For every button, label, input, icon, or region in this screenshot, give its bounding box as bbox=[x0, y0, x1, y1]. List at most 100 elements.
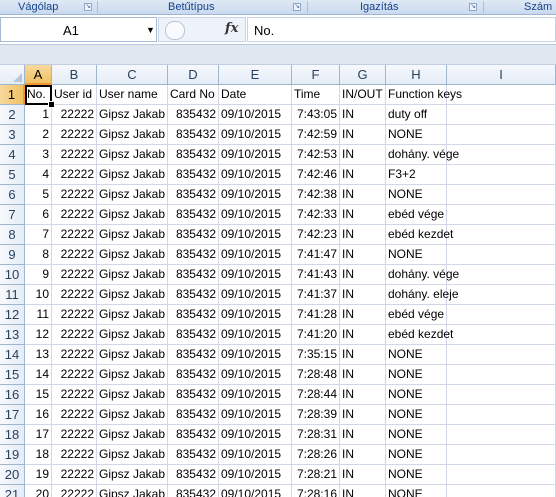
chevron-down-icon[interactable]: ▼ bbox=[146, 25, 155, 35]
cell-e7[interactable]: 09/10/2015 bbox=[219, 205, 292, 225]
cell-g11[interactable]: IN bbox=[340, 285, 386, 305]
cell-i9[interactable] bbox=[447, 245, 556, 265]
cell-e15[interactable]: 09/10/2015 bbox=[219, 365, 292, 385]
cell-a18[interactable]: 17 bbox=[25, 425, 52, 445]
cell-c9[interactable]: Gipsz Jakab bbox=[97, 245, 168, 265]
row-header-18[interactable]: 18 bbox=[0, 425, 25, 445]
cell-b10[interactable]: 22222 bbox=[52, 265, 97, 285]
cell-g7[interactable]: IN bbox=[340, 205, 386, 225]
cell-d18[interactable]: 835432 bbox=[168, 425, 219, 445]
cell-c17[interactable]: Gipsz Jakab bbox=[97, 405, 168, 425]
cell-f14[interactable]: 7:35:15 bbox=[292, 345, 340, 365]
cell-e13[interactable]: 09/10/2015 bbox=[219, 325, 292, 345]
row-header-8[interactable]: 8 bbox=[0, 225, 25, 245]
cell-c8[interactable]: Gipsz Jakab bbox=[97, 225, 168, 245]
cell-e2[interactable]: 09/10/2015 bbox=[219, 105, 292, 125]
cell-i15[interactable] bbox=[447, 365, 556, 385]
column-header-a[interactable]: A bbox=[25, 65, 52, 85]
cell-i21[interactable] bbox=[447, 485, 556, 497]
cell-h12[interactable]: ebéd vége bbox=[386, 305, 447, 325]
cell-f19[interactable]: 7:28:26 bbox=[292, 445, 340, 465]
cell-b17[interactable]: 22222 bbox=[52, 405, 97, 425]
cell-d15[interactable]: 835432 bbox=[168, 365, 219, 385]
cell-h4[interactable]: dohány. vége bbox=[386, 145, 459, 165]
row-header-19[interactable]: 19 bbox=[0, 445, 25, 465]
row-header-17[interactable]: 17 bbox=[0, 405, 25, 425]
cell-e9[interactable]: 09/10/2015 bbox=[219, 245, 292, 265]
cell-a17[interactable]: 16 bbox=[25, 405, 52, 425]
cell-c20[interactable]: Gipsz Jakab bbox=[97, 465, 168, 485]
cell-e14[interactable]: 09/10/2015 bbox=[219, 345, 292, 365]
cell-d21[interactable]: 835432 bbox=[168, 485, 219, 497]
row-header-1[interactable]: 1 bbox=[0, 85, 25, 105]
cell-f12[interactable]: 7:41:28 bbox=[292, 305, 340, 325]
cell-a6[interactable]: 5 bbox=[25, 185, 52, 205]
cell-e20[interactable]: 09/10/2015 bbox=[219, 465, 292, 485]
cell-e21[interactable]: 09/10/2015 bbox=[219, 485, 292, 497]
cell-d10[interactable]: 835432 bbox=[168, 265, 219, 285]
cell-h7[interactable]: ebéd vége bbox=[386, 205, 447, 225]
cell-g6[interactable]: IN bbox=[340, 185, 386, 205]
cell-h1[interactable]: Function keys bbox=[386, 85, 462, 105]
cell-i13[interactable] bbox=[447, 325, 556, 345]
cell-a16[interactable]: 15 bbox=[25, 385, 52, 405]
cell-i5[interactable] bbox=[447, 165, 556, 185]
cell-f11[interactable]: 7:41:37 bbox=[292, 285, 340, 305]
cell-e19[interactable]: 09/10/2015 bbox=[219, 445, 292, 465]
cell-d14[interactable]: 835432 bbox=[168, 345, 219, 365]
cell-g18[interactable]: IN bbox=[340, 425, 386, 445]
cell-i18[interactable] bbox=[447, 425, 556, 445]
cell-c7[interactable]: Gipsz Jakab bbox=[97, 205, 168, 225]
cell-b21[interactable]: 22222 bbox=[52, 485, 97, 497]
row-header-16[interactable]: 16 bbox=[0, 385, 25, 405]
cell-g10[interactable]: IN bbox=[340, 265, 386, 285]
cell-a10[interactable]: 9 bbox=[25, 265, 52, 285]
column-header-e[interactable]: E bbox=[219, 65, 292, 85]
cell-b12[interactable]: 22222 bbox=[52, 305, 97, 325]
cell-f17[interactable]: 7:28:39 bbox=[292, 405, 340, 425]
cell-i6[interactable] bbox=[447, 185, 556, 205]
cell-c16[interactable]: Gipsz Jakab bbox=[97, 385, 168, 405]
cell-a13[interactable]: 12 bbox=[25, 325, 52, 345]
cell-d8[interactable]: 835432 bbox=[168, 225, 219, 245]
column-header-c[interactable]: C bbox=[97, 65, 168, 85]
cell-g16[interactable]: IN bbox=[340, 385, 386, 405]
cell-i16[interactable] bbox=[447, 385, 556, 405]
cell-h17[interactable]: NONE bbox=[386, 405, 447, 425]
cell-f16[interactable]: 7:28:44 bbox=[292, 385, 340, 405]
cell-d13[interactable]: 835432 bbox=[168, 325, 219, 345]
cell-g1[interactable]: IN/OUT bbox=[340, 85, 386, 105]
cell-g3[interactable]: IN bbox=[340, 125, 386, 145]
row-header-12[interactable]: 12 bbox=[0, 305, 25, 325]
cell-d1[interactable]: Card No bbox=[168, 85, 219, 105]
cell-c12[interactable]: Gipsz Jakab bbox=[97, 305, 168, 325]
cell-h15[interactable]: NONE bbox=[386, 365, 447, 385]
cell-h11[interactable]: dohány. eleje bbox=[386, 285, 459, 305]
row-header-13[interactable]: 13 bbox=[0, 325, 25, 345]
row-header-21[interactable]: 21 bbox=[0, 485, 25, 497]
cell-h6[interactable]: NONE bbox=[386, 185, 447, 205]
cell-h9[interactable]: NONE bbox=[386, 245, 447, 265]
cell-g20[interactable]: IN bbox=[340, 465, 386, 485]
cell-d4[interactable]: 835432 bbox=[168, 145, 219, 165]
cell-a21[interactable]: 20 bbox=[25, 485, 52, 497]
fill-handle[interactable] bbox=[48, 101, 55, 108]
cell-g14[interactable]: IN bbox=[340, 345, 386, 365]
column-header-b[interactable]: B bbox=[52, 65, 97, 85]
cell-c21[interactable]: Gipsz Jakab bbox=[97, 485, 168, 497]
cell-b1[interactable]: User id bbox=[52, 85, 97, 105]
dialog-launcher-icon[interactable]: ↘ bbox=[469, 3, 477, 11]
cell-c14[interactable]: Gipsz Jakab bbox=[97, 345, 168, 365]
column-header-i[interactable]: I bbox=[447, 65, 556, 85]
cell-f21[interactable]: 7:28:16 bbox=[292, 485, 340, 497]
cell-c2[interactable]: Gipsz Jakab bbox=[97, 105, 168, 125]
cell-h3[interactable]: NONE bbox=[386, 125, 447, 145]
cell-f2[interactable]: 7:43:05 bbox=[292, 105, 340, 125]
cell-a2[interactable]: 1 bbox=[25, 105, 52, 125]
cell-c4[interactable]: Gipsz Jakab bbox=[97, 145, 168, 165]
cell-c13[interactable]: Gipsz Jakab bbox=[97, 325, 168, 345]
row-header-2[interactable]: 2 bbox=[0, 105, 25, 125]
cell-b16[interactable]: 22222 bbox=[52, 385, 97, 405]
cell-g4[interactable]: IN bbox=[340, 145, 386, 165]
cell-i17[interactable] bbox=[447, 405, 556, 425]
